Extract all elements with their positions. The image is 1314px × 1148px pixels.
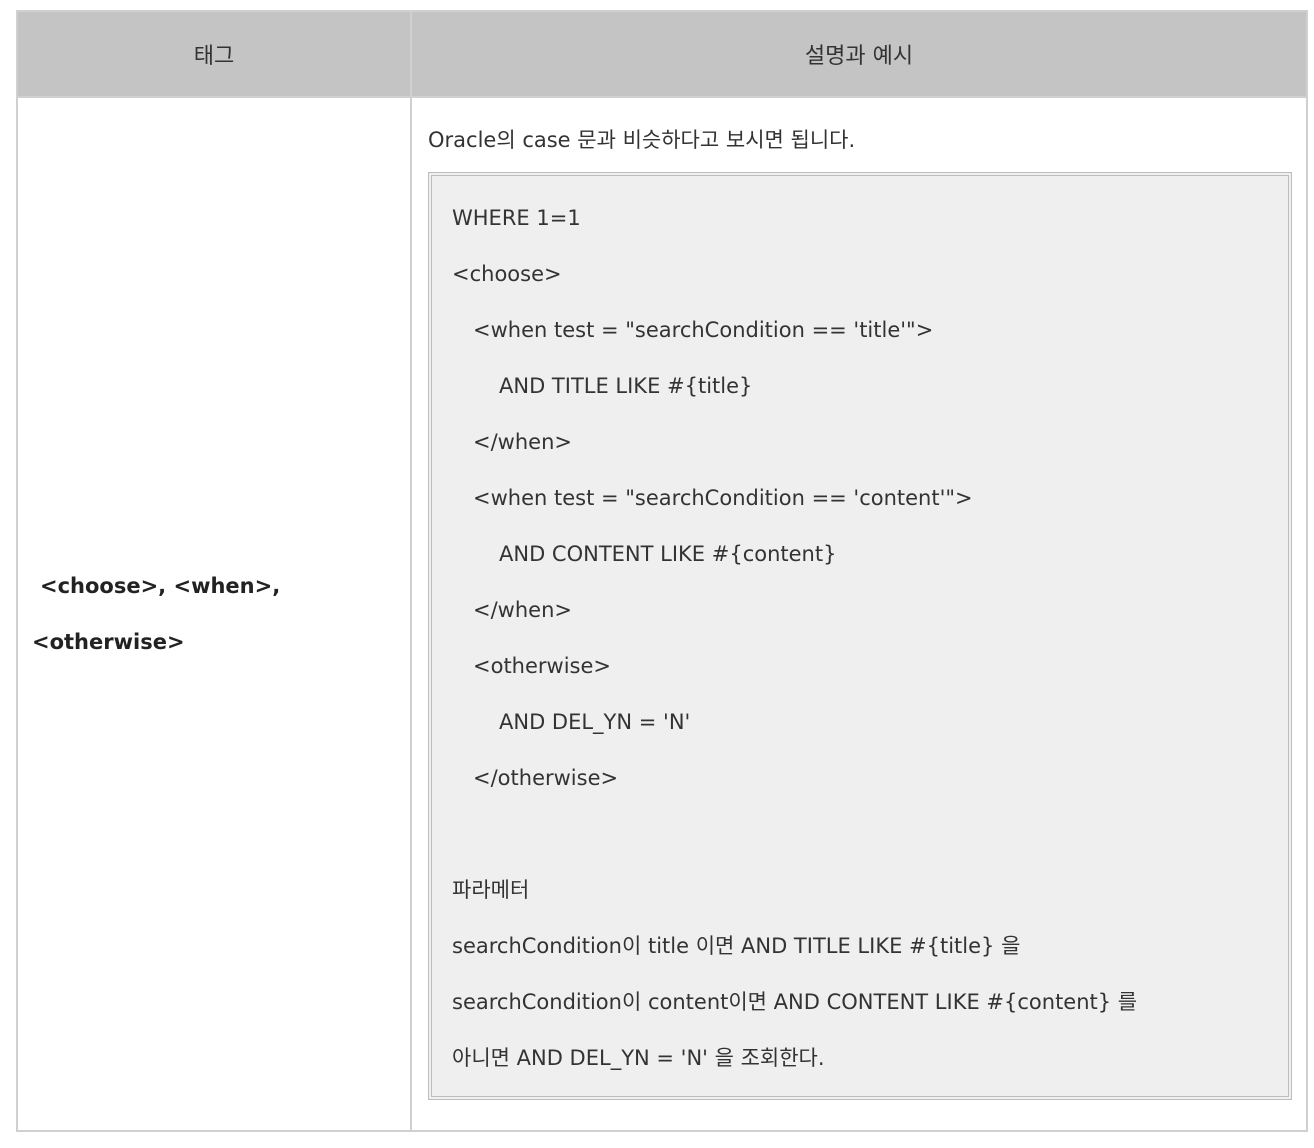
table-row: <choose>, <when>, <otherwise> Oracle의 ca… <box>16 96 1308 1132</box>
parameter-line: searchCondition이 content이면 AND CONTENT L… <box>452 990 1138 1014</box>
code-line: <otherwise> <box>473 654 612 678</box>
tag-name-line: <choose>, <when>, <box>40 574 281 598</box>
description-cell: Oracle의 case 문과 비슷하다고 보시면 됩니다. WHERE 1=1… <box>410 96 1308 1132</box>
code-line: <choose> <box>452 262 562 286</box>
tag-cell: <choose>, <when>, <otherwise> <box>16 96 412 1132</box>
parameter-line: searchCondition이 title 이면 AND TITLE LIKE… <box>452 934 1021 958</box>
description-intro: Oracle의 case 문과 비슷하다고 보시면 됩니다. <box>428 128 856 152</box>
header-row: 태그 설명과 예시 <box>16 10 1308 98</box>
code-line: </when> <box>473 430 572 454</box>
code-example-box: WHERE 1=1 <choose> <when test = "searchC… <box>428 172 1292 1100</box>
header-tag: 태그 <box>16 10 412 98</box>
code-line: <when test = "searchCondition == 'title'… <box>473 318 934 342</box>
tag-name-line: <otherwise> <box>32 630 185 654</box>
parameter-line: 아니면 AND DEL_YN = 'N' 을 조회한다. <box>452 1046 825 1070</box>
code-line: AND CONTENT LIKE #{content} <box>499 542 837 566</box>
code-line: <when test = "searchCondition == 'conten… <box>473 486 973 510</box>
table-header: 태그 설명과 예시 <box>16 10 1308 98</box>
tag-description-table: 태그 설명과 예시 <choose>, <when>, <otherwise> … <box>16 10 1308 1132</box>
code-line: WHERE 1=1 <box>452 206 581 230</box>
code-line: </when> <box>473 598 572 622</box>
parameter-title: 파라메터 <box>452 878 530 902</box>
code-line: AND DEL_YN = 'N' <box>499 710 691 734</box>
header-description: 설명과 예시 <box>410 10 1308 98</box>
code-line: </otherwise> <box>473 766 619 790</box>
code-line: AND TITLE LIKE #{title} <box>499 374 753 398</box>
